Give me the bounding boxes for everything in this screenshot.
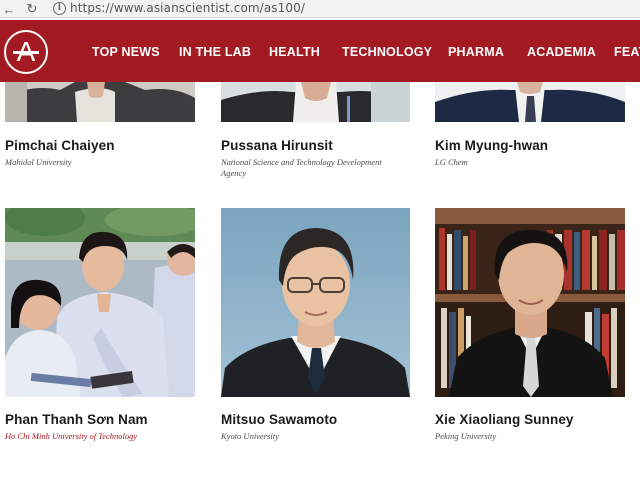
back-arrow-icon[interactable]: ← (2, 0, 16, 18)
browser-address-bar: ← ↻ i https://www.asianscientist.com/as1… (0, 0, 640, 18)
person-photo[interactable] (435, 208, 625, 397)
person-photo[interactable] (221, 82, 410, 122)
site-logo-icon[interactable]: A (4, 30, 48, 74)
nav-item-features[interactable]: FEAT (614, 44, 640, 60)
person-affiliation: Ho Chi Minh University of Technology (5, 431, 138, 441)
logo-crossbar (13, 51, 39, 54)
person-name[interactable]: Xie Xiaoliang Sunney (435, 412, 574, 428)
person-affiliation: National Science and Technology Developm… (221, 157, 382, 178)
info-icon[interactable]: i (53, 2, 66, 15)
nav-item-in-the-lab[interactable]: IN THE LAB (179, 44, 251, 60)
person-photo[interactable] (5, 208, 195, 397)
person-affiliation: Mahidol University (5, 157, 72, 167)
person-name[interactable]: Pussana Hirunsit (221, 138, 333, 154)
person-affiliation: Peking University (435, 431, 497, 441)
person-name[interactable]: Kim Myung-hwan (435, 138, 548, 154)
nav-item-pharma[interactable]: PHARMA (448, 44, 504, 60)
person-name[interactable]: Mitsuo Sawamoto (221, 412, 337, 428)
person-affiliation: LG Chem (435, 157, 468, 167)
person-photo[interactable] (221, 208, 410, 397)
nav-item-technology[interactable]: TECHNOLOGY (342, 44, 432, 60)
person-photo[interactable] (5, 82, 195, 122)
person-photo[interactable] (435, 82, 625, 122)
nav-item-academia[interactable]: ACADEMIA (527, 44, 596, 60)
nav-item-top-news[interactable]: TOP NEWS (92, 44, 160, 60)
reload-icon[interactable]: ↻ (24, 0, 40, 18)
person-name[interactable]: Pimchai Chaiyen (5, 138, 115, 154)
person-name[interactable]: Phan Thanh Sơn Nam (5, 412, 148, 428)
url-field[interactable]: https://www.asianscientist.com/as100/ (70, 1, 305, 16)
person-affiliation: Kyoto University (221, 431, 279, 441)
nav-item-health[interactable]: HEALTH (269, 44, 320, 60)
